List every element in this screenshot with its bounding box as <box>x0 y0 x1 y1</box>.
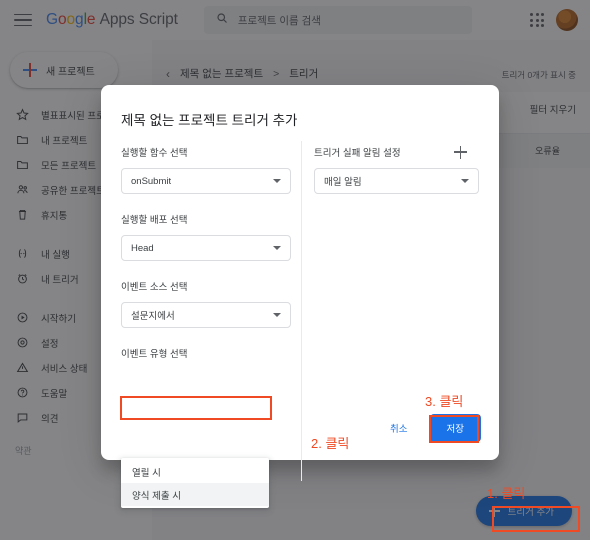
field-label: 실행할 함수 선택 <box>121 145 291 159</box>
event-source-select[interactable]: 설문지에서 <box>121 302 291 328</box>
save-button[interactable]: 저장 <box>430 414 481 442</box>
chevron-down-icon <box>273 179 281 183</box>
menu-item-on-open[interactable]: 열릴 시 <box>121 460 269 483</box>
field-label: 이벤트 유형 선택 <box>121 346 291 360</box>
select-value: 설문지에서 <box>131 308 175 322</box>
event-type-dropdown-menu: 열릴 시 양식 제출 시 <box>121 458 269 508</box>
field-label: 실행할 배포 선택 <box>121 212 291 226</box>
dialog-actions: 취소 저장 <box>390 414 481 442</box>
select-value: Head <box>131 243 154 254</box>
deployment-select[interactable]: Head <box>121 235 291 261</box>
dialog-column-divider <box>301 141 302 481</box>
notify-select[interactable]: 매일 알림 <box>314 168 479 194</box>
dialog-title: 제목 없는 프로젝트 트리거 추가 <box>121 109 297 129</box>
field-event-type-select: 이벤트 유형 선택 <box>121 346 291 360</box>
field-deployment-select: 실행할 배포 선택 Head <box>121 212 291 261</box>
chevron-down-icon <box>273 313 281 317</box>
screenshot-root: Google Apps Script 프로젝트 이름 검색 <box>0 0 590 540</box>
field-event-source-select: 이벤트 소스 선택 설문지에서 <box>121 279 291 328</box>
dialog-left-column: 실행할 함수 선택 onSubmit 실행할 배포 선택 Head 이벤트 소스… <box>121 145 291 378</box>
add-trigger-dialog: 제목 없는 프로젝트 트리거 추가 실행할 함수 선택 onSubmit 실행할… <box>101 85 499 460</box>
field-label: 이벤트 소스 선택 <box>121 279 291 293</box>
field-function-select: 실행할 함수 선택 onSubmit <box>121 145 291 194</box>
function-select[interactable]: onSubmit <box>121 168 291 194</box>
select-value: onSubmit <box>131 176 171 187</box>
select-value: 매일 알림 <box>324 174 362 188</box>
chevron-down-icon <box>273 246 281 250</box>
plus-icon[interactable] <box>454 146 467 159</box>
chevron-down-icon <box>461 179 469 183</box>
notify-label: 트리거 실패 알림 설정 <box>314 145 401 159</box>
menu-item-on-form-submit[interactable]: 양식 제출 시 <box>121 483 269 506</box>
dialog-right-column: 트리거 실패 알림 설정 매일 알림 <box>314 145 479 194</box>
cancel-button[interactable]: 취소 <box>390 421 407 435</box>
notify-header: 트리거 실패 알림 설정 <box>314 145 479 159</box>
